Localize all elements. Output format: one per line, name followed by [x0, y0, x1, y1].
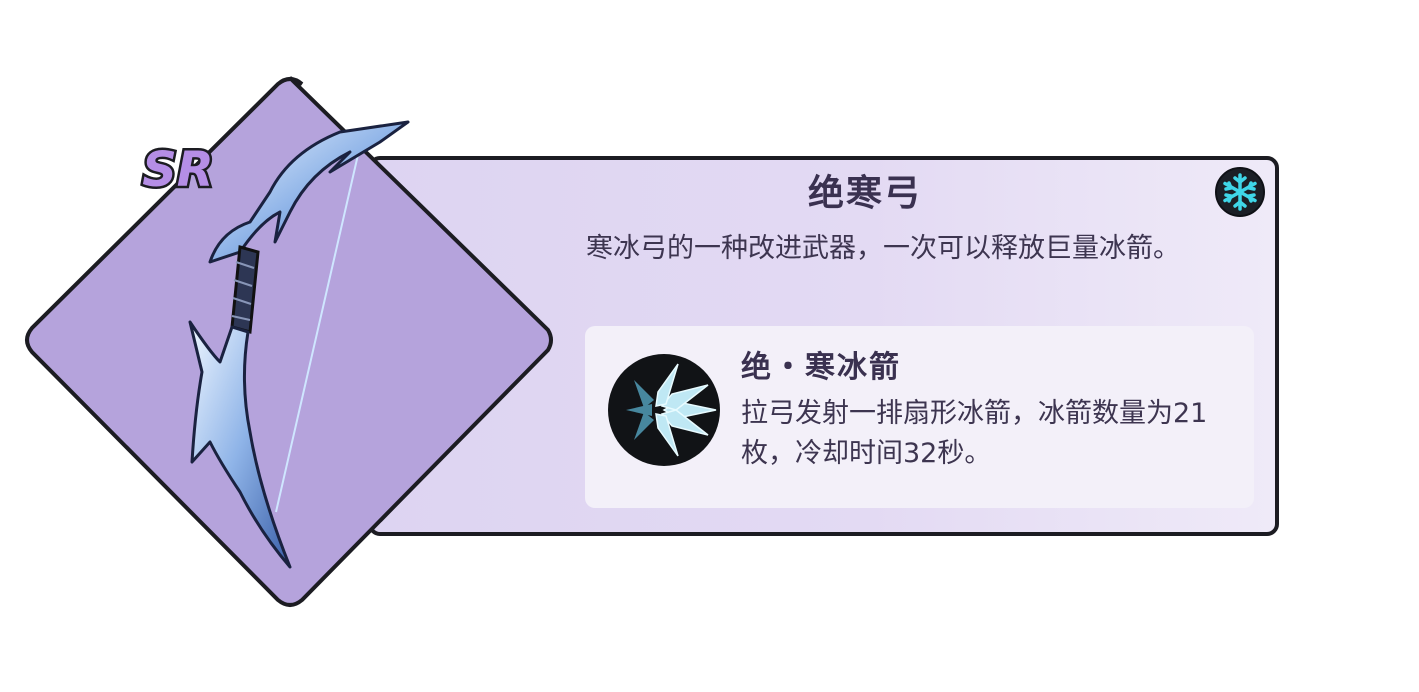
skill-name: 绝・寒冰箭 [741, 350, 901, 385]
svg-text:SR: SR [142, 142, 214, 198]
weapon-description: 寒冰弓的一种改进武器，一次可以释放巨量冰箭。 [586, 233, 1180, 264]
skill-description: 拉弓发射一排扇形冰箭，冰箭数量为21枚，冷却时间32秒。 [741, 398, 1208, 469]
rarity-badge: SR [140, 140, 217, 199]
snowflake-icon [1215, 167, 1265, 217]
ice-arrows-icon [608, 354, 720, 466]
weapon-name: 绝寒弓 [807, 172, 922, 214]
